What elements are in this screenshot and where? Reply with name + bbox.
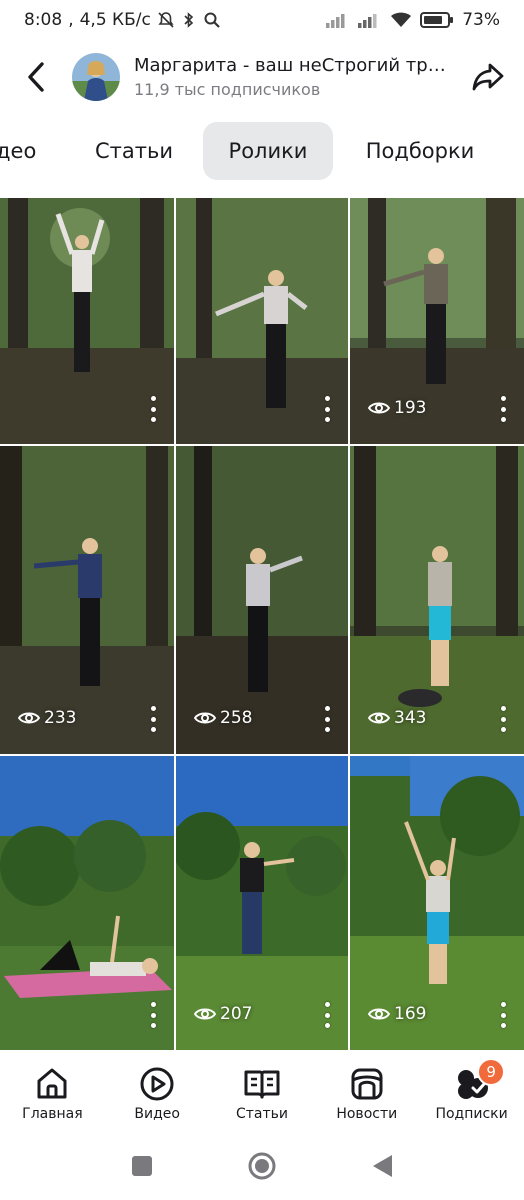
more-options-button[interactable] (492, 704, 514, 734)
video-tile[interactable]: 258 (176, 446, 348, 754)
view-count: 258 (194, 708, 252, 728)
home-circle-icon (248, 1152, 276, 1180)
back-triangle-icon (373, 1155, 392, 1177)
nav-video-label: Видео (134, 1106, 180, 1122)
wifi-icon (390, 12, 412, 28)
recents-button[interactable] (82, 1132, 202, 1200)
video-tile[interactable]: 233 (0, 446, 174, 754)
more-options-button[interactable] (492, 394, 514, 424)
nav-articles-label: Статьи (235, 1106, 288, 1122)
channel-title: Маргарита - ваш неСтрогий тре... (134, 55, 452, 76)
video-tile[interactable] (176, 198, 348, 444)
view-count-value: 193 (394, 398, 427, 418)
back-arrow-icon (28, 62, 44, 92)
back-system-button[interactable] (322, 1132, 442, 1200)
video-tile[interactable]: 343 (350, 446, 524, 754)
video-tile[interactable] (0, 198, 174, 444)
tab-shorts[interactable]: Ролики (203, 122, 333, 180)
eye-icon (368, 402, 390, 414)
channel-info[interactable]: Маргарита - ваш неСтрогий тре... 11,9 ты… (134, 55, 452, 99)
view-count: 343 (368, 708, 426, 728)
recents-icon (132, 1156, 152, 1176)
tab-video[interactable]: део (0, 122, 44, 180)
home-system-button[interactable] (202, 1132, 322, 1200)
channel-tabs: део Статьи Ролики Подборки (0, 122, 524, 180)
video-tile[interactable]: 169 (350, 756, 524, 1050)
view-count-value: 343 (394, 708, 427, 728)
more-options-button[interactable] (492, 1000, 514, 1030)
view-count-value: 169 (394, 1004, 427, 1024)
eye-icon (194, 712, 216, 724)
eye-icon (368, 1008, 390, 1020)
nav-news[interactable]: Новости (314, 1050, 419, 1132)
subscriptions-badge: 9 (477, 1058, 506, 1086)
play-icon (140, 1067, 174, 1101)
status-sep: , (68, 10, 74, 30)
search-status-icon (203, 11, 221, 29)
more-options-button[interactable] (316, 1000, 338, 1030)
subscriber-count: 11,9 тыс подписчиков (134, 80, 321, 99)
share-button[interactable] (452, 44, 524, 110)
view-count-value: 207 (220, 1004, 253, 1024)
view-count: 169 (368, 1004, 426, 1024)
more-options-button[interactable] (142, 704, 164, 734)
eye-icon (18, 712, 40, 724)
more-options-button[interactable] (142, 1000, 164, 1030)
video-tile[interactable] (0, 756, 174, 1050)
channel-avatar[interactable] (72, 53, 120, 101)
book-icon (244, 1070, 280, 1099)
view-count: 233 (18, 708, 76, 728)
battery-value: 73 (462, 10, 484, 30)
battery-percent: 73% (462, 10, 500, 30)
nav-video[interactable]: Видео (105, 1050, 210, 1132)
more-options-button[interactable] (142, 394, 164, 424)
nav-subscriptions[interactable]: 9 Подписки (419, 1050, 524, 1132)
news-icon (351, 1068, 383, 1100)
bottom-navigation: Главная Видео Статьи Новости 9 Подписки (0, 1050, 524, 1132)
video-tile[interactable]: 207 (176, 756, 348, 1050)
view-count: 193 (368, 398, 426, 418)
nav-news-label: Новости (336, 1106, 398, 1122)
shorts-grid: 193 233 258 343 207 169 (0, 198, 524, 1050)
status-bar: 8:08, 4,5 КБ/с 73% (0, 0, 524, 40)
back-button[interactable] (0, 44, 72, 110)
status-speed: 4,5 КБ/с (79, 10, 151, 30)
video-tile[interactable]: 193 (350, 198, 524, 444)
nav-subscriptions-label: Подписки (435, 1106, 508, 1122)
bluetooth-icon (181, 11, 197, 29)
view-count-value: 258 (220, 708, 253, 728)
tab-collections[interactable]: Подборки (350, 122, 490, 180)
signal-2-icon (358, 12, 382, 28)
system-navigation (0, 1132, 524, 1200)
more-options-button[interactable] (316, 394, 338, 424)
muted-bell-icon (157, 11, 175, 29)
channel-header: Маргарита - ваш неСтрогий тре... 11,9 ты… (0, 44, 524, 110)
battery-icon (420, 11, 454, 29)
nav-home[interactable]: Главная (0, 1050, 105, 1132)
nav-articles[interactable]: Статьи (210, 1050, 315, 1132)
view-count: 207 (194, 1004, 252, 1024)
share-icon (472, 63, 504, 91)
view-count-value: 233 (44, 708, 77, 728)
eye-icon (194, 1008, 216, 1020)
more-options-button[interactable] (316, 704, 338, 734)
nav-home-label: Главная (22, 1106, 83, 1122)
eye-icon (368, 712, 390, 724)
home-icon (37, 1068, 67, 1099)
status-time: 8:08 (24, 10, 63, 30)
signal-icon (326, 12, 350, 28)
tab-articles[interactable]: Статьи (82, 122, 186, 180)
